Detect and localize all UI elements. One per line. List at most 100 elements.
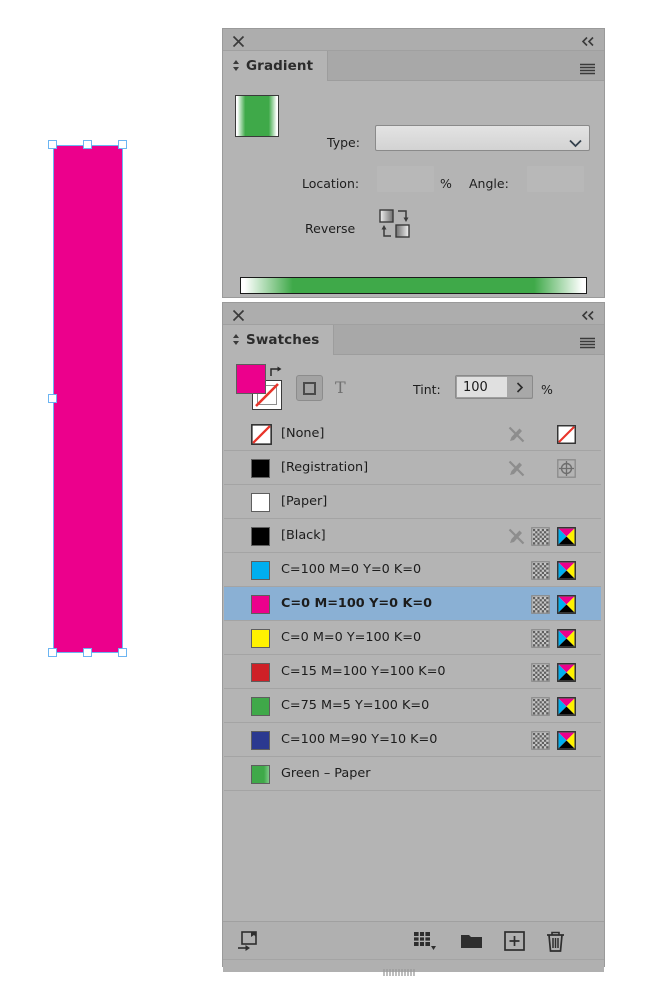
swatch-row[interactable]: C=100 M=0 Y=0 K=0	[224, 553, 601, 587]
reverse-gradient-icon[interactable]	[379, 209, 411, 243]
delete-swatch-button[interactable]	[545, 931, 566, 956]
tint-grid-icon[interactable]	[531, 595, 550, 618]
swatch-color-chip	[251, 595, 270, 614]
swatch-name: C=0 M=100 Y=0 K=0	[281, 596, 432, 611]
swatch-name: [Registration]	[281, 460, 369, 475]
gradient-panel: Gradient Type: Location: % Angle: Revers…	[222, 28, 605, 298]
selection-handle[interactable]	[48, 648, 57, 657]
swatch-row[interactable]: C=75 M=5 Y=100 K=0	[224, 689, 601, 723]
tab-swatches-label: Swatches	[246, 332, 320, 348]
tint-grid-icon[interactable]	[531, 697, 550, 720]
swatch-row[interactable]: C=15 M=100 Y=100 K=0	[224, 655, 601, 689]
gradient-panel-tabrow: Gradient	[223, 51, 604, 81]
swatch-row[interactable]: [None]	[224, 417, 601, 451]
swatch-color-chip	[251, 424, 272, 445]
swatch-name: C=15 M=100 Y=100 K=0	[281, 664, 446, 679]
tint-grid-icon[interactable]	[531, 561, 550, 584]
location-input[interactable]	[377, 166, 434, 192]
new-swatch-button[interactable]	[504, 931, 525, 955]
swatch-row[interactable]: C=100 M=90 Y=10 K=0	[224, 723, 601, 757]
swatch-row[interactable]: [Paper]	[224, 485, 601, 519]
square-icon	[303, 382, 316, 395]
swatches-panel-footer	[223, 921, 604, 959]
tint-input[interactable]: 100	[457, 377, 507, 397]
gradient-panel-body: Type: Location: % Angle: Reverse	[223, 81, 604, 296]
swatch-row[interactable]: [Registration]	[224, 451, 601, 485]
formatting-affects-container-button[interactable]	[296, 375, 323, 401]
swatches-panel-titlebar	[223, 303, 604, 325]
swatch-name: C=100 M=90 Y=10 K=0	[281, 732, 438, 747]
tint-unit: %	[541, 382, 553, 397]
fill-proxy[interactable]	[236, 364, 266, 394]
swatch-name: C=100 M=0 Y=0 K=0	[281, 562, 422, 577]
tint-grid-icon[interactable]	[531, 527, 550, 550]
tint-grid-icon[interactable]	[531, 731, 550, 754]
reverse-label: Reverse	[305, 221, 356, 236]
selection-handle[interactable]	[48, 140, 57, 149]
angle-label: Angle:	[469, 176, 509, 191]
open-group-button[interactable]	[460, 931, 483, 954]
tint-grid-icon[interactable]	[531, 663, 550, 686]
location-label: Location:	[302, 176, 360, 191]
new-color-group-button[interactable]	[413, 931, 437, 955]
process-cmyk-icon[interactable]	[557, 731, 576, 754]
gradient-ramp[interactable]	[240, 277, 587, 294]
double-chevron-left-icon[interactable]	[580, 307, 596, 321]
selection-handle[interactable]	[118, 648, 127, 657]
close-icon[interactable]	[232, 33, 245, 48]
fill-stroke-indicator[interactable]	[236, 364, 286, 412]
swatch-name: [Paper]	[281, 494, 328, 509]
tab-gradient-label: Gradient	[246, 58, 314, 74]
chevron-down-icon	[569, 133, 582, 152]
swatches-panel-body: T Tint: 100 % [None] [Registration] [Paper…	[223, 355, 604, 976]
panel-resize-strip[interactable]	[223, 959, 604, 976]
swatch-name: Green – Paper	[281, 766, 371, 781]
process-cmyk-icon[interactable]	[557, 527, 576, 550]
gradient-type-dropdown[interactable]	[375, 125, 590, 151]
tab-gradient[interactable]: Gradient	[223, 51, 329, 81]
swatch-row[interactable]: [Black]	[224, 519, 601, 553]
tint-label: Tint:	[413, 382, 441, 397]
swatch-row[interactable]: C=0 M=100 Y=0 K=0	[224, 587, 601, 621]
swatch-color-chip	[251, 527, 270, 546]
updown-arrows-icon	[232, 331, 240, 350]
swatch-color-chip	[251, 629, 270, 648]
process-cmyk-icon[interactable]	[557, 629, 576, 652]
selection-handle[interactable]	[83, 648, 92, 657]
double-chevron-left-icon[interactable]	[580, 33, 596, 47]
swatch-color-chip	[251, 731, 270, 750]
pen-slash-icon[interactable]	[507, 425, 526, 448]
selection-handle[interactable]	[118, 140, 127, 149]
process-cmyk-icon[interactable]	[557, 595, 576, 618]
none-icon[interactable]	[557, 425, 576, 448]
close-icon[interactable]	[232, 307, 245, 322]
process-cmyk-icon[interactable]	[557, 697, 576, 720]
pen-slash-icon[interactable]	[507, 527, 526, 550]
registration-icon[interactable]	[557, 459, 576, 482]
angle-input[interactable]	[527, 166, 584, 192]
pen-slash-icon[interactable]	[507, 459, 526, 482]
chevron-right-icon[interactable]	[507, 377, 532, 397]
tint-grid-icon[interactable]	[531, 629, 550, 652]
hamburger-menu-icon[interactable]	[580, 334, 595, 349]
swatch-row[interactable]: Green – Paper	[224, 757, 601, 791]
tint-stepper[interactable]: 100	[455, 375, 533, 399]
resize-grip-icon[interactable]	[383, 962, 416, 981]
selection-handle[interactable]	[48, 394, 57, 403]
swatch-color-chip	[251, 663, 270, 682]
swatch-color-chip	[251, 697, 270, 716]
swatch-row[interactable]: C=0 M=0 Y=100 K=0	[224, 621, 601, 655]
text-T-icon[interactable]: T	[335, 378, 346, 397]
swatch-name: [None]	[281, 426, 325, 441]
tab-swatches[interactable]: Swatches	[223, 325, 335, 355]
swap-fill-stroke-icon[interactable]	[269, 364, 283, 383]
process-cmyk-icon[interactable]	[557, 561, 576, 584]
hamburger-menu-icon[interactable]	[580, 60, 595, 75]
swatch-list[interactable]: [None] [Registration] [Paper] [Black] C=100 …	[224, 417, 601, 921]
process-cmyk-icon[interactable]	[557, 663, 576, 686]
app-root: Gradient Type: Location: % Angle: Revers…	[0, 0, 647, 999]
selection-handle[interactable]	[83, 140, 92, 149]
show-swatch-groups-button[interactable]	[238, 931, 259, 955]
magenta-rectangle-object[interactable]	[53, 145, 123, 653]
gradient-preview-swatch[interactable]	[235, 95, 279, 137]
